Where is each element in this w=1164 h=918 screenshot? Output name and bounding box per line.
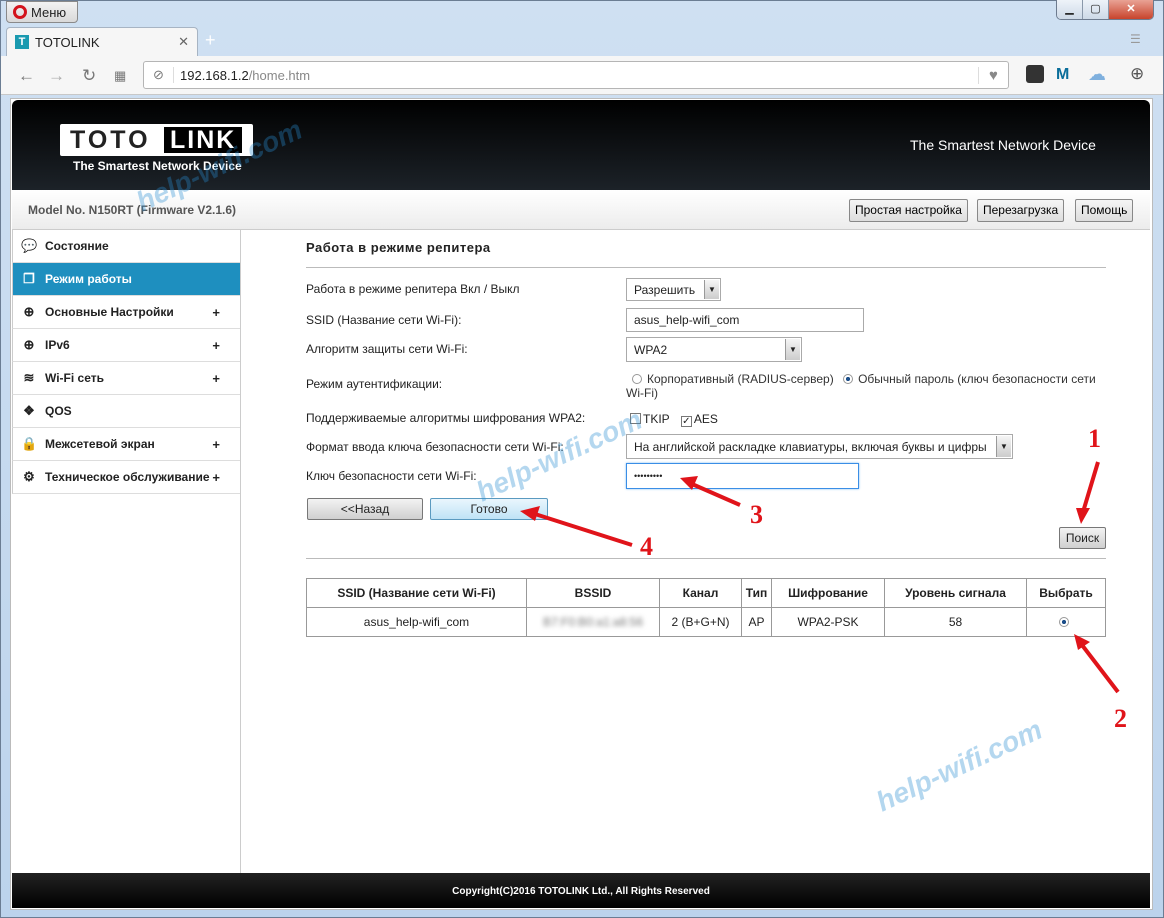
arrow-4 <box>534 512 633 547</box>
arrowhead-4 <box>520 506 540 521</box>
annotation-4: 4 <box>640 532 653 561</box>
arrow-3 <box>691 482 741 507</box>
annotation-arrows <box>520 461 1120 694</box>
arrow-2 <box>1080 643 1120 694</box>
arrow-1 <box>1081 461 1100 513</box>
annotation-2: 2 <box>1114 704 1127 733</box>
annotation-3: 3 <box>750 500 763 529</box>
arrowhead-3 <box>680 476 698 490</box>
arrowhead-1 <box>1076 508 1090 524</box>
annotation-1: 1 <box>1088 424 1101 453</box>
